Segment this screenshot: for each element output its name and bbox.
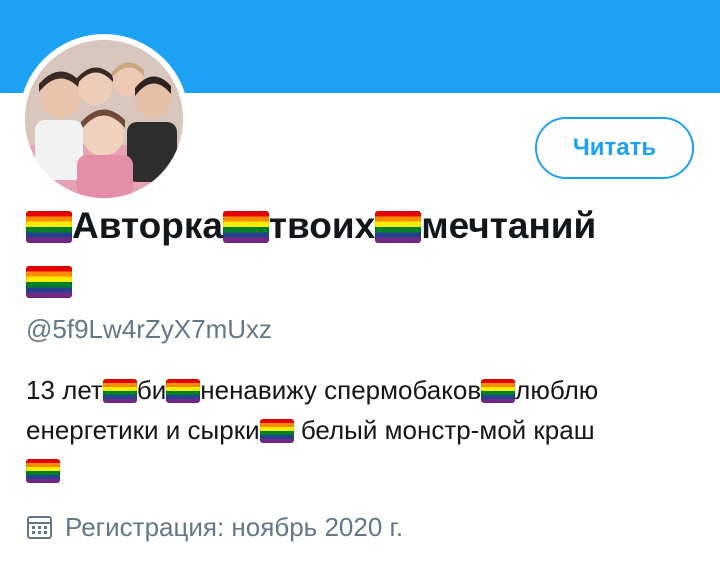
profile-handle: @5f9Lw4rZyX7mUxz bbox=[26, 314, 273, 344]
profile-bio: 13 лет би ненавижу спермобаков люблю енергет… bbox=[26, 370, 706, 490]
avatar[interactable] bbox=[19, 34, 189, 204]
display-name-part-3: мечтаний bbox=[421, 205, 597, 246]
calendar-icon bbox=[26, 514, 53, 541]
rainbow-flag-icon bbox=[102, 379, 137, 403]
display-name-part-1: Авторка bbox=[72, 205, 223, 246]
bio-text: ненавижу спермобаков bbox=[200, 375, 482, 405]
bio-text: 13 лет bbox=[26, 375, 103, 405]
display-name: Авторка твоих мечтаний bbox=[26, 198, 706, 308]
rainbow-flag-icon bbox=[26, 211, 72, 243]
rainbow-flag-icon bbox=[222, 211, 269, 243]
avatar-group-photo-icon bbox=[25, 40, 183, 198]
join-date: Регистрация: ноябрь 2020 г. bbox=[26, 512, 403, 543]
bio-text: белый монстр-мой краш bbox=[293, 415, 595, 445]
rainbow-flag-icon bbox=[481, 379, 516, 403]
rainbow-flag-icon bbox=[26, 266, 72, 298]
avatar-photo bbox=[25, 40, 183, 198]
rainbow-flag-icon bbox=[375, 211, 422, 243]
rainbow-flag-icon bbox=[259, 419, 294, 443]
follow-button[interactable]: Читать bbox=[535, 117, 694, 179]
rainbow-flag-icon bbox=[26, 459, 60, 483]
bio-text: би bbox=[136, 375, 167, 405]
join-date-text: Регистрация: ноябрь 2020 г. bbox=[65, 512, 404, 542]
rainbow-flag-icon bbox=[166, 379, 201, 403]
bio-text: люблю bbox=[515, 375, 599, 405]
display-name-part-2: твоих bbox=[268, 205, 376, 246]
bio-text: енергетики и сырки bbox=[26, 415, 260, 445]
